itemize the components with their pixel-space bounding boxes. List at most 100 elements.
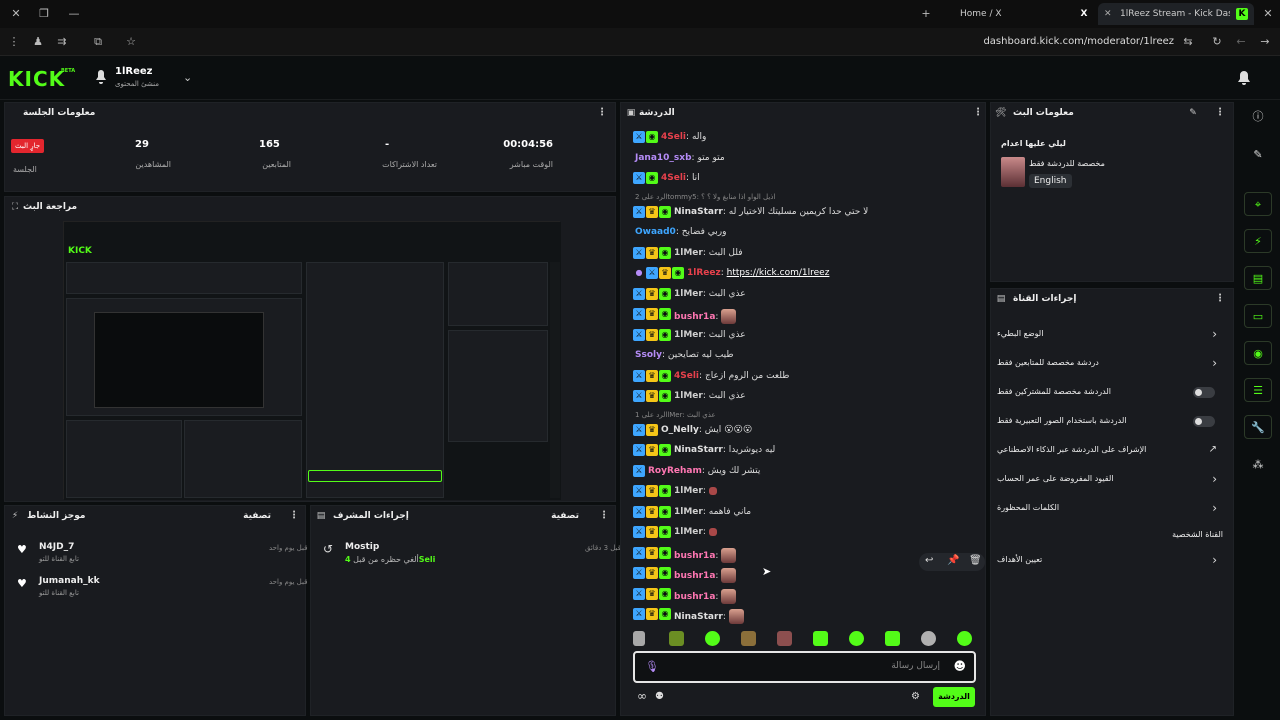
back-icon[interactable]: →: [1257, 34, 1273, 50]
reload-icon[interactable]: ↻: [1209, 34, 1225, 50]
chat-username[interactable]: bushr1a: [674, 312, 715, 322]
chat-username[interactable]: 1lReez: [687, 268, 721, 278]
chat-message[interactable]: ⚔ ◉ 4Seli: واله: [633, 129, 969, 147]
tab-x-home[interactable]: Home / X X: [938, 3, 1096, 25]
url-field[interactable]: dashboard.kick.com/moderator/1lreez: [983, 36, 1174, 47]
chat-username[interactable]: 1lMer: [674, 289, 703, 299]
chat-username[interactable]: 1lMer: [674, 527, 703, 537]
minimize-window-icon[interactable]: —: [66, 6, 82, 22]
account-age-row[interactable]: القيود المفروضة على عمر الحساب ›: [997, 468, 1223, 492]
chat-username[interactable]: 4Seli: [661, 132, 686, 142]
chat-menu-icon[interactable]: ⋮: [973, 107, 983, 118]
chat-message[interactable]: Jana10_sxb: متو متو: [633, 150, 969, 168]
chat-message[interactable]: ⚔ ♛ ◉ 1lMer: ماني فاهمه: [633, 504, 969, 522]
chat-username[interactable]: O_Nelly: [661, 425, 699, 435]
emote-icon[interactable]: [813, 631, 828, 646]
emote-icon[interactable]: [633, 631, 645, 646]
chat-message[interactable]: Ssoly: طيب ليه تصايحين: [633, 347, 969, 365]
mod-actions-filter-button[interactable]: تصفية: [551, 511, 579, 521]
chat-message[interactable]: ⚔ ♛ ◉ 1lMer:: [633, 524, 969, 542]
new-tab-icon[interactable]: +: [918, 6, 934, 22]
channel-actions-menu-icon[interactable]: ⋮: [1215, 293, 1225, 304]
emote-icon[interactable]: [741, 631, 756, 646]
chat-username[interactable]: bushr1a: [674, 571, 715, 581]
chat-message[interactable]: ⚔ ♛ ◉ 4Seli: طلعت من الروم ازعاج: [633, 368, 969, 386]
chat-message[interactable]: Owaad0: وربي فضايح: [633, 224, 969, 242]
emote-icon[interactable]: [705, 631, 720, 646]
broadcast-icon[interactable]: ◉: [1244, 341, 1272, 365]
infinity-icon[interactable]: ∞: [637, 689, 647, 703]
reply-icon[interactable]: ↩: [925, 555, 933, 566]
close-tab-x-icon[interactable]: ✕: [1260, 6, 1276, 22]
microphone-icon[interactable]: 🎙: [645, 660, 659, 673]
chat-link[interactable]: https://kick.com/1lreez: [727, 268, 830, 278]
chat-username[interactable]: 1lMer: [674, 391, 703, 401]
more-tools-icon[interactable]: ⁂: [1244, 453, 1272, 477]
preview-expand-icon[interactable]: ⛶: [9, 202, 21, 214]
chat-username[interactable]: NinaStarr: [674, 207, 723, 217]
chat-message[interactable]: ⚔ ♛ ◉ 1lMer: عذي البث: [633, 286, 969, 304]
chat-input-box[interactable]: 🎙 إرسال رسالة ☻: [633, 651, 976, 683]
emote-only-toggle[interactable]: [1193, 416, 1215, 427]
chat-username[interactable]: 4Seli: [661, 173, 686, 183]
chat-message[interactable]: ⚔ ♛ ◉ NinaStarr: ليه ديوشريدا: [633, 442, 969, 460]
chat-message[interactable]: ⚔ RoyReham: يتشر لك ويش: [633, 463, 969, 481]
emote-icon[interactable]: [921, 631, 936, 646]
kick-logo[interactable]: KICK: [8, 67, 65, 91]
banned-words-row[interactable]: الكلمات المحظورة ›: [997, 497, 1223, 521]
chat-bubble-icon[interactable]: ▭: [1244, 304, 1272, 328]
chat-username[interactable]: Ssoly: [635, 350, 662, 360]
chat-settings-gear-icon[interactable]: ⚙: [911, 691, 920, 702]
stream-preview-video[interactable]: KICK: [63, 221, 561, 500]
chat-message[interactable]: ⚔ ♛ ◉ 1lMer: فلل البث: [633, 245, 969, 263]
slow-mode-row[interactable]: الوضع البطيء ›: [997, 323, 1223, 347]
emote-icon[interactable]: [849, 631, 864, 646]
channel-dropdown-icon[interactable]: ⌄: [183, 71, 192, 84]
chat-message[interactable]: ⚔ ♛ ◉ bushr1a:: [633, 306, 969, 324]
chat-message[interactable]: ⚔ ♛ ◉ NinaStarr:: [633, 606, 969, 624]
delete-icon[interactable]: 🗑: [969, 555, 982, 566]
emoji-picker-icon[interactable]: ☻: [953, 659, 966, 673]
chat-username[interactable]: Jana10_sxb: [635, 153, 692, 163]
chat-username[interactable]: Owaad0: [635, 227, 676, 237]
document-icon[interactable]: ▤: [1244, 266, 1272, 290]
close-tab-icon[interactable]: ✕: [1104, 3, 1112, 25]
chat-username[interactable]: bushr1a: [674, 551, 715, 561]
tracking-icon[interactable]: ⇉: [54, 34, 70, 50]
emote-icon[interactable]: [777, 631, 792, 646]
followers-only-row[interactable]: دردشة مخصصة للمتابعين فقط ›: [997, 352, 1223, 376]
chat-username[interactable]: 1lMer: [674, 330, 703, 340]
chat-username[interactable]: 4Seli: [674, 371, 699, 381]
subscribers-only-toggle[interactable]: [1193, 387, 1215, 398]
emote-icon[interactable]: [957, 631, 972, 646]
activity-filter-button[interactable]: تصفية: [243, 511, 271, 521]
chat-username[interactable]: RoyReham: [648, 466, 702, 476]
session-menu-icon[interactable]: ⋮: [597, 107, 607, 118]
activity-menu-icon[interactable]: ⋮: [289, 510, 299, 521]
send-chat-button[interactable]: الدردشة: [933, 687, 975, 707]
users-icon[interactable]: ⚉: [655, 691, 664, 702]
chat-message[interactable]: ⚔ ◉ 4Seli: انا: [633, 170, 969, 188]
pencil-icon[interactable]: ✎: [1244, 143, 1272, 167]
chat-message[interactable]: ⚔ ♛ ◉ bushr1a:: [633, 565, 969, 583]
tab-kick-dashboard[interactable]: ✕ 1lReez Stream - Kick Dashboard K: [1098, 3, 1254, 25]
notification-icon[interactable]: ♟: [30, 34, 46, 50]
site-settings-icon[interactable]: ⇆: [1180, 34, 1196, 50]
pin-icon[interactable]: 📌: [947, 555, 959, 566]
info-icon[interactable]: ⓘ: [1244, 105, 1272, 129]
emote-icon[interactable]: [669, 631, 684, 646]
forward-icon[interactable]: ←: [1233, 34, 1249, 50]
mod-actions-menu-icon[interactable]: ⋮: [599, 510, 609, 521]
chat-message[interactable]: ⚔ ♛ ◉ 1lMer: عذي البث: [633, 388, 969, 406]
chat-username[interactable]: bushr1a: [674, 592, 715, 602]
list-icon[interactable]: ☰: [1244, 378, 1272, 402]
lightning-icon[interactable]: ⚡: [1244, 229, 1272, 253]
menu-icon[interactable]: ⋮: [6, 34, 22, 50]
focus-icon[interactable]: ⌖: [1244, 192, 1272, 216]
chat-username[interactable]: 1lMer: [674, 248, 703, 258]
chat-username[interactable]: 1lMer: [674, 486, 703, 496]
ai-moderation-row[interactable]: الإشراف على الدردشة عبر الذكاء الاصطناعي…: [997, 439, 1223, 463]
chat-message[interactable]: ⚔ ♛ ◉ NinaStarr: لا حتي حدا كريمين مسليتك ا…: [633, 204, 969, 222]
stream-info-menu-icon[interactable]: ⋮: [1215, 107, 1225, 118]
chat-message[interactable]: ⚔ ♛ ◉ 1lMer:: [633, 483, 969, 501]
